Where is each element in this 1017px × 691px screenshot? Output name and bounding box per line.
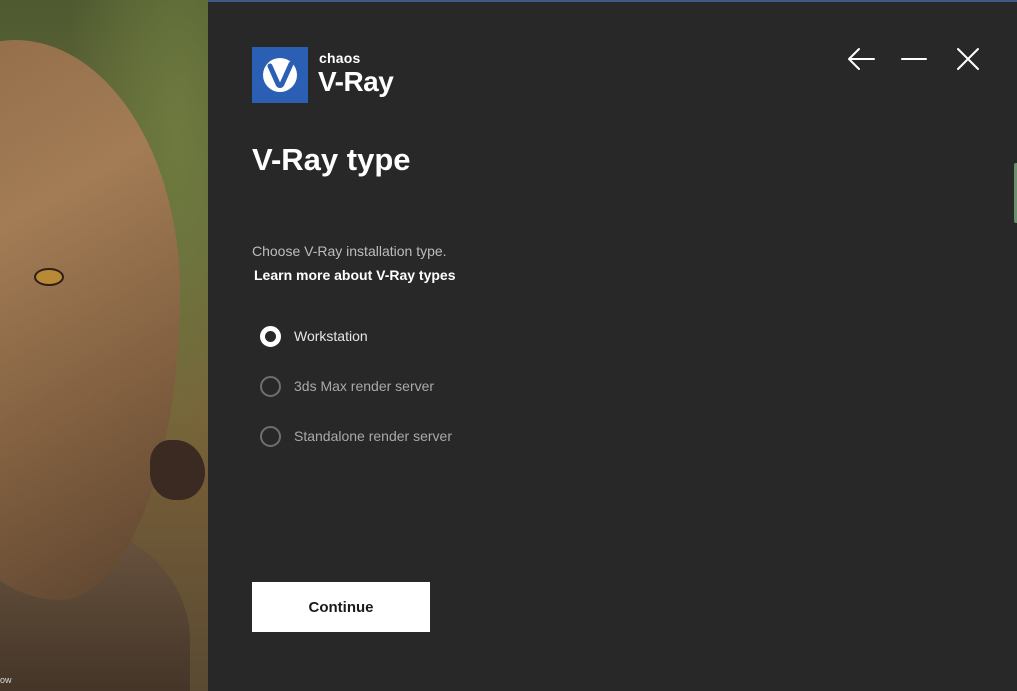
- brand-company: chaos: [319, 50, 361, 66]
- continue-button[interactable]: Continue: [252, 582, 430, 632]
- back-button[interactable]: [844, 42, 878, 76]
- minimize-button[interactable]: [897, 42, 931, 76]
- learn-more-link[interactable]: Learn more about V-Ray types: [254, 267, 456, 283]
- page-title: V-Ray type: [252, 142, 411, 177]
- brand-product: V-Ray: [318, 66, 394, 97]
- radio-3dsmax-render-server[interactable]: [260, 375, 281, 397]
- option-label-3dsmax-render-server: 3ds Max render server: [294, 378, 435, 394]
- option-label-workstation: Workstation: [294, 328, 368, 344]
- radio-workstation[interactable]: [260, 325, 281, 347]
- option-workstation[interactable]: Workstation: [260, 322, 368, 350]
- page-subtitle: Choose V-Ray installation type.: [252, 243, 447, 259]
- option-label-standalone-render-server: Standalone render server: [294, 428, 452, 444]
- photo-credit: ow: [0, 675, 12, 685]
- radio-standalone-render-server[interactable]: [260, 425, 281, 447]
- window-top-border: [208, 0, 1017, 2]
- option-standalone-render-server[interactable]: Standalone render server: [260, 422, 452, 450]
- close-icon: [951, 42, 985, 76]
- option-3dsmax-render-server[interactable]: 3ds Max render server: [260, 372, 434, 400]
- lion-photo: ow: [0, 0, 208, 691]
- lion-eye-shape: [34, 268, 64, 286]
- lion-head-shape: [0, 40, 180, 600]
- minimize-icon: [897, 42, 931, 76]
- close-button[interactable]: [951, 42, 985, 76]
- vray-logo-icon: [252, 47, 308, 103]
- lion-nose-shape: [150, 440, 205, 500]
- arrow-left-icon: [844, 42, 878, 76]
